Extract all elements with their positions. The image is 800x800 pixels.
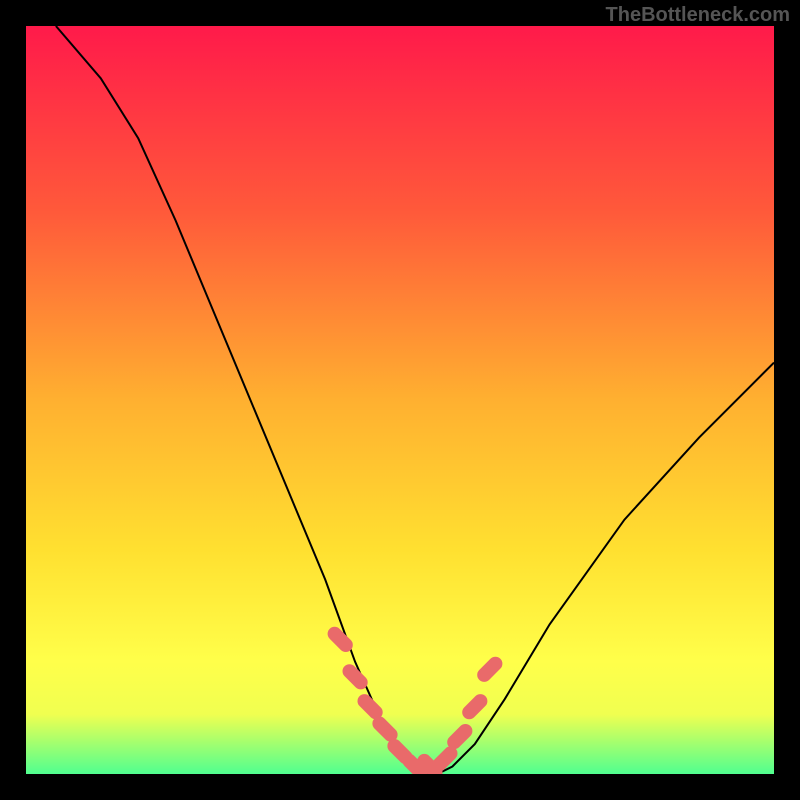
bottleneck-curve-line — [56, 26, 774, 774]
bottleneck-highlight-markers — [335, 634, 496, 772]
chart-plot-area — [26, 26, 774, 774]
marker-point — [350, 671, 361, 682]
marker-point — [484, 664, 495, 675]
marker-point — [365, 701, 376, 712]
marker-point — [394, 746, 405, 757]
marker-point — [379, 724, 390, 735]
marker-point — [439, 753, 450, 764]
marker-point — [454, 731, 465, 742]
watermark-text: TheBottleneck.com — [606, 4, 790, 27]
chart-svg — [26, 26, 774, 774]
marker-point — [335, 634, 346, 645]
marker-point — [469, 701, 480, 712]
